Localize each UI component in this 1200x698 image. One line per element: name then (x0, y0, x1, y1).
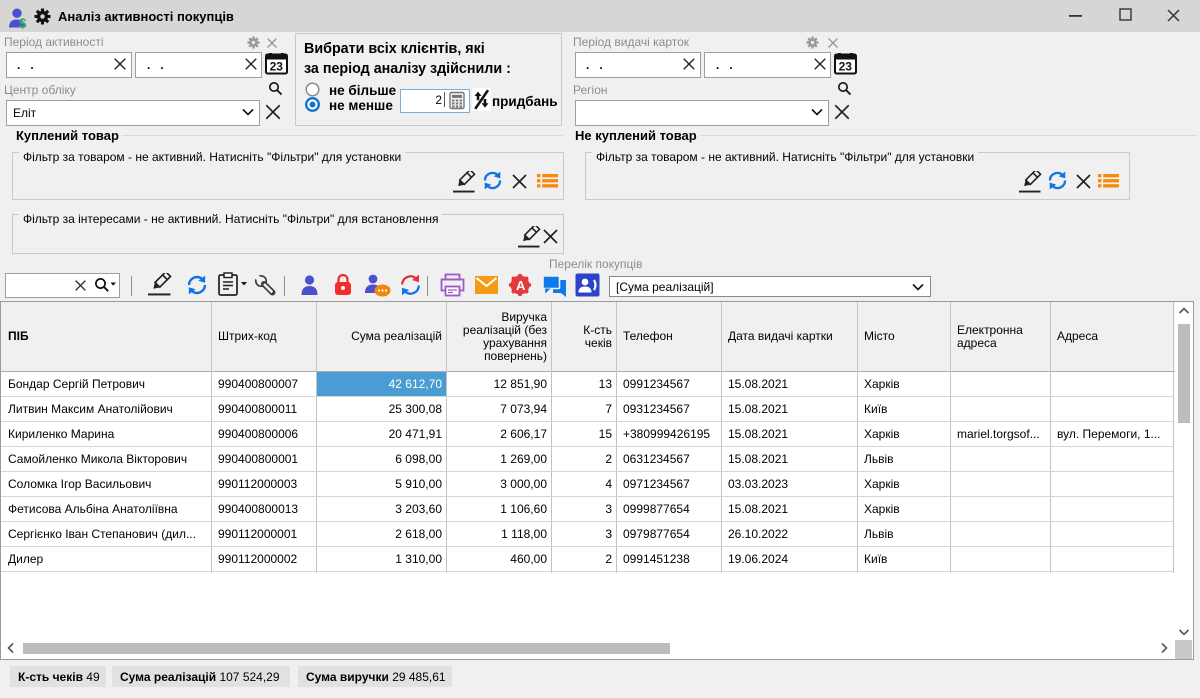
svg-text:$: $ (19, 16, 27, 30)
svg-text:A: A (516, 278, 526, 293)
svg-text:23: 23 (839, 60, 853, 74)
svg-text:23: 23 (270, 60, 284, 74)
